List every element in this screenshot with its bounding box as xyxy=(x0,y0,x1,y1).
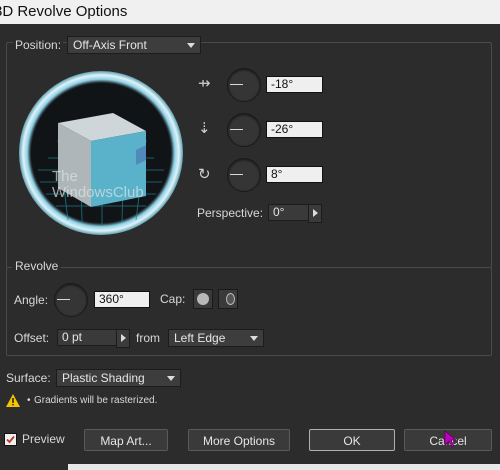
surface-dropdown[interactable]: Plastic Shading xyxy=(56,369,181,387)
track-cube[interactable]: The WindowsClub xyxy=(18,70,184,236)
y-rotation-dial[interactable] xyxy=(227,113,261,147)
x-rotation-dial[interactable] xyxy=(227,68,261,102)
ok-button[interactable]: OK xyxy=(309,429,395,451)
stepper-right-icon xyxy=(121,334,126,342)
chevron-down-icon xyxy=(250,336,258,341)
cap-off-icon xyxy=(226,293,235,305)
cap-on-icon xyxy=(197,293,209,305)
checkmark-icon xyxy=(6,435,15,444)
perspective-label: Perspective: xyxy=(197,206,264,220)
surface-label: Surface: xyxy=(6,371,51,385)
dial-needle xyxy=(230,129,243,130)
from-dropdown[interactable]: Left Edge xyxy=(168,329,264,347)
x-axis-icon: ⇸ xyxy=(198,75,211,92)
cap-off-button[interactable] xyxy=(218,289,238,309)
angle-input[interactable]: 360° xyxy=(94,291,150,308)
perspective-input[interactable]: 0° xyxy=(268,204,310,221)
preview-label[interactable]: Preview xyxy=(22,432,65,446)
position-dropdown-value: Off-Axis Front xyxy=(73,38,147,52)
watermark-line2: WindowsClub xyxy=(52,184,144,201)
dial-needle xyxy=(230,174,243,175)
offset-stepper[interactable] xyxy=(116,329,130,348)
dial-needle xyxy=(57,299,70,300)
map-art-button[interactable]: Map Art... xyxy=(84,429,168,451)
bottom-strip xyxy=(0,460,500,470)
y-axis-icon: ⇣ xyxy=(198,120,211,137)
revolve-dialog: Position: Off-Axis Front The WindowsClub… xyxy=(0,24,500,470)
warning-bullet: • xyxy=(27,395,31,406)
perspective-stepper[interactable] xyxy=(308,204,322,223)
more-options-button[interactable]: More Options xyxy=(188,429,290,451)
chevron-down-icon xyxy=(187,43,195,48)
revolve-group-label: Revolve xyxy=(12,259,62,273)
angle-label: Angle: xyxy=(14,293,49,307)
offset-label: Offset: xyxy=(14,331,50,345)
title-bar: 3D Revolve Options xyxy=(0,0,500,24)
z-axis-icon: ↻ xyxy=(198,166,211,183)
warning-icon xyxy=(6,394,20,407)
angle-dial[interactable] xyxy=(54,283,88,317)
z-rotation-input[interactable]: 8° xyxy=(266,166,323,183)
cap-on-button[interactable] xyxy=(193,289,213,309)
position-label: Position: xyxy=(13,38,64,52)
x-rotation-input[interactable]: -18° xyxy=(266,76,323,93)
mouse-cursor-icon xyxy=(444,430,458,448)
chevron-down-icon xyxy=(167,376,175,381)
track-cube-graphic xyxy=(19,71,183,235)
bottom-highlight xyxy=(68,464,500,470)
from-label: from xyxy=(136,331,160,345)
window-title: 3D Revolve Options xyxy=(0,3,128,20)
warning-text: Gradients will be rasterized. xyxy=(34,395,158,406)
y-rotation-input[interactable]: -26° xyxy=(266,121,323,138)
dial-needle xyxy=(230,84,243,85)
offset-input[interactable]: 0 pt xyxy=(57,329,117,346)
stepper-right-icon xyxy=(313,209,318,217)
z-rotation-dial[interactable] xyxy=(227,158,261,192)
surface-dropdown-value: Plastic Shading xyxy=(62,371,145,385)
watermark-line1: The xyxy=(52,168,78,185)
cap-label: Cap: xyxy=(160,292,186,306)
preview-checkbox[interactable] xyxy=(4,433,17,446)
from-dropdown-value: Left Edge xyxy=(174,331,226,345)
position-dropdown[interactable]: Off-Axis Front xyxy=(67,36,201,54)
